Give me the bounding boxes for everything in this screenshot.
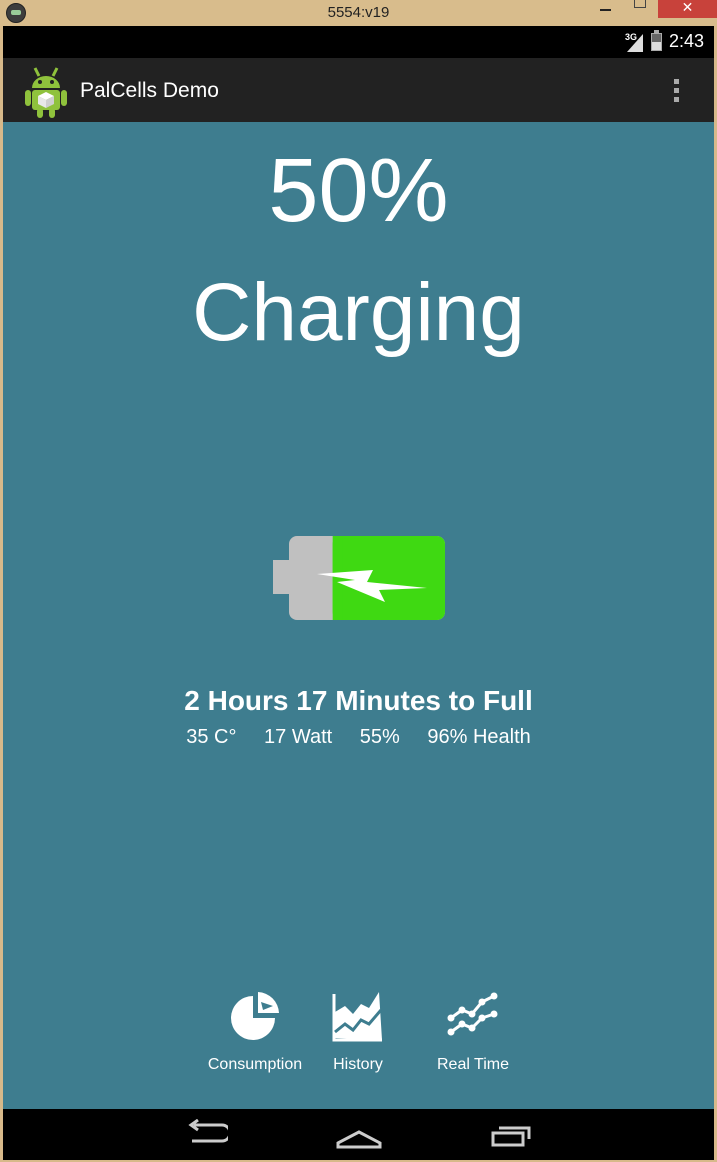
time-to-full: 2 Hours 17 Minutes to Full	[184, 685, 533, 716]
area-chart-icon	[332, 992, 383, 1042]
close-button[interactable]	[658, 0, 717, 18]
line-chart-icon	[447, 992, 498, 1036]
overflow-menu-icon[interactable]	[667, 77, 687, 105]
device-screen: 3G 2:43 PalCells Demo 50% Charging 2 Hou…	[3, 26, 714, 1160]
battery-stats: 35 C° 17 Watt 55% 96% Health	[3, 726, 714, 749]
tab-real-time-label: Real Time	[436, 1056, 510, 1073]
battery-percent: 50%	[268, 141, 449, 241]
power-value: 17 Watt	[264, 726, 333, 748]
tab-history-label: History	[333, 1056, 383, 1073]
action-bar: PalCells Demo	[3, 58, 714, 122]
minimize-button[interactable]	[592, 0, 618, 20]
level-value: 55%	[359, 726, 400, 748]
home-icon	[336, 1130, 382, 1149]
maximize-button[interactable]	[626, 0, 654, 20]
back-icon	[188, 1118, 232, 1143]
signal-icon: 3G	[625, 32, 643, 52]
temperature-value: 35 C°	[186, 726, 237, 748]
recent-apps-button[interactable]	[490, 1119, 534, 1154]
home-button[interactable]	[336, 1119, 382, 1154]
android-app-icon[interactable]	[23, 64, 69, 118]
recent-apps-icon	[491, 1126, 531, 1147]
tab-history[interactable]: History	[298, 990, 418, 1074]
tab-consumption[interactable]: Consumption	[195, 990, 315, 1074]
system-navigation-bar	[3, 1109, 714, 1160]
window-title-bar: 5554:v19	[0, 0, 717, 26]
status-bar: 3G 2:43	[3, 26, 714, 58]
battery-status-icon	[651, 30, 662, 51]
charging-state: Charging	[192, 267, 525, 358]
battery-status-panel: 50% Charging 2 Hours 17 Minutes to Full …	[3, 122, 714, 1109]
app-title: PalCells Demo	[80, 79, 219, 102]
status-clock: 2:43	[669, 31, 705, 51]
tab-consumption-label: Consumption	[207, 1056, 303, 1073]
health-value: 96% Health	[427, 726, 531, 748]
battery-charging-icon	[273, 534, 445, 622]
back-button[interactable]	[186, 1118, 232, 1154]
tab-real-time[interactable]: Real Time	[413, 990, 533, 1074]
pie-chart-icon	[231, 992, 279, 1040]
